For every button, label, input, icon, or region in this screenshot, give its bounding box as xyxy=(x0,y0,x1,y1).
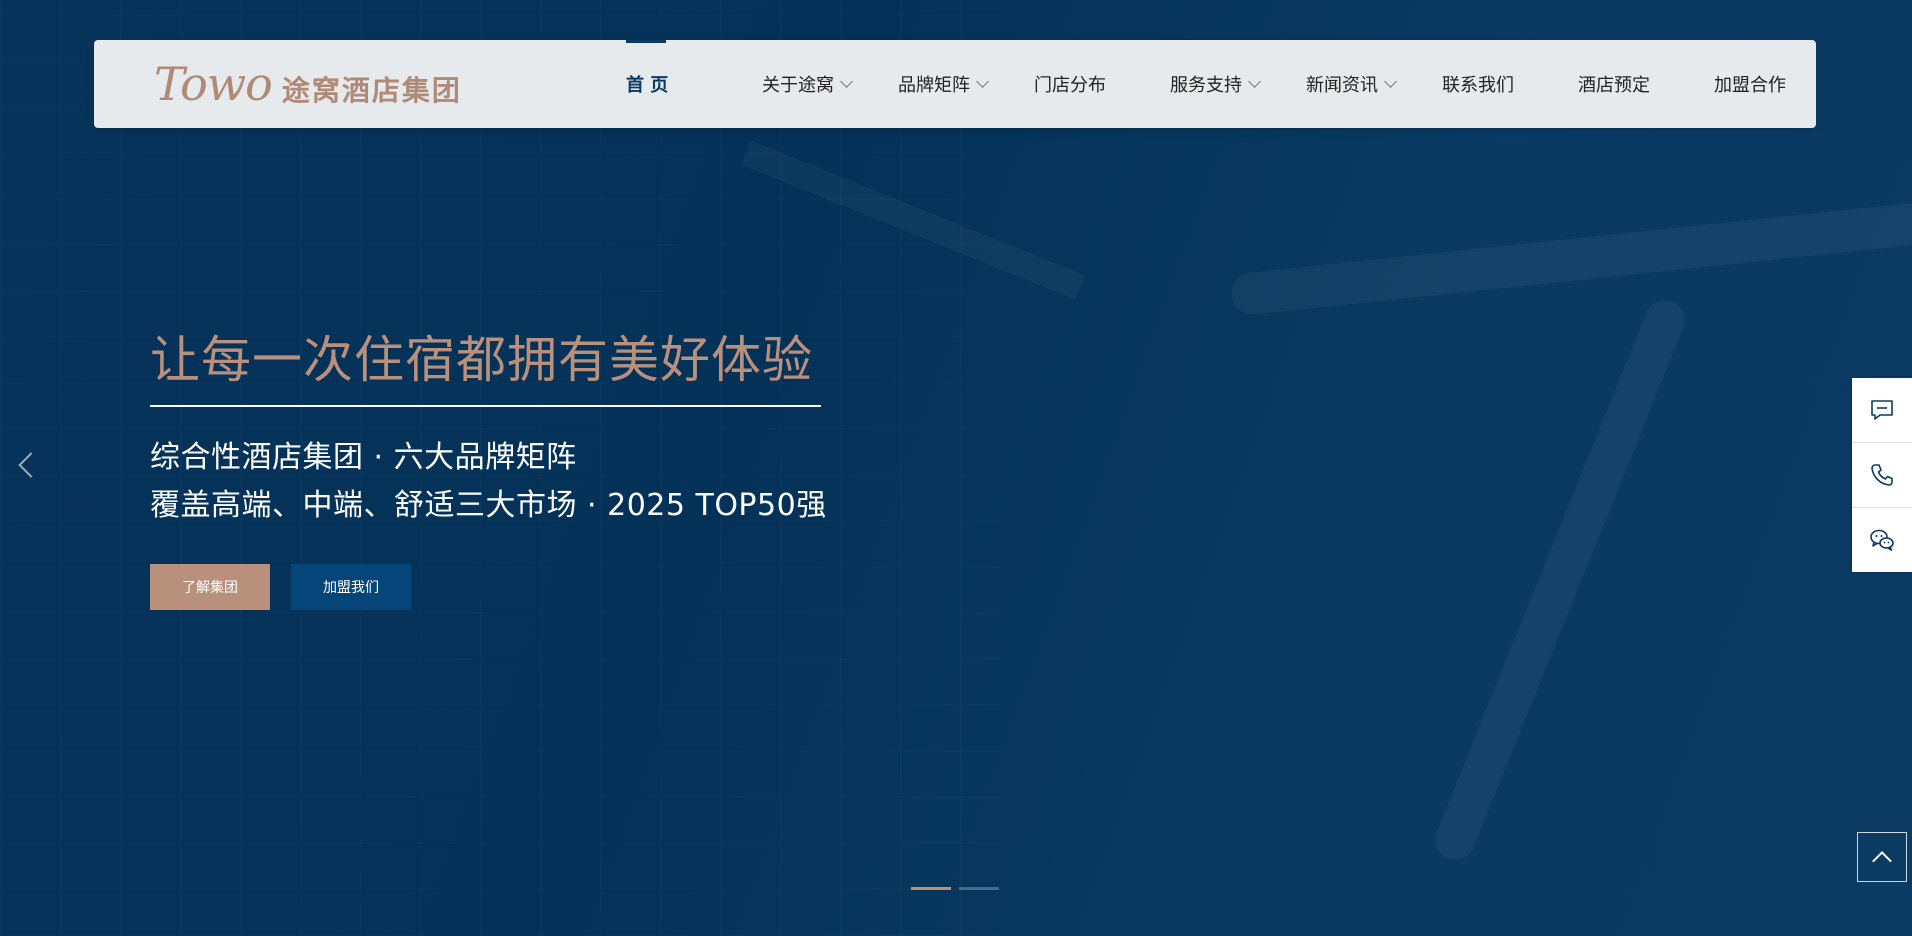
nav-label: 联系我们 xyxy=(1442,75,1514,96)
wechat-icon xyxy=(1870,529,1894,551)
nav-label: 关于途窝 xyxy=(762,75,834,96)
join-us-button[interactable]: 加盟我们 xyxy=(291,564,411,610)
chevron-down-icon xyxy=(976,75,989,88)
slider-pagination xyxy=(911,887,999,890)
site-header: Towo 途窝酒店集团 首 页 关于途窝 品牌矩阵 门店分布 服务支持 新闻资讯… xyxy=(94,40,1816,128)
wechat-button[interactable] xyxy=(1852,508,1912,572)
nav-label: 酒店预定 xyxy=(1578,75,1650,96)
nav-label: 新闻资讯 xyxy=(1306,75,1378,96)
logo[interactable]: Towo 途窝酒店集团 xyxy=(154,56,462,112)
hero-divider xyxy=(150,405,821,407)
background-decoration xyxy=(1429,294,1691,866)
nav-item-news[interactable]: 新闻资讯 xyxy=(1306,40,1442,128)
hero-title: 让每一次住宿都拥有美好体验 xyxy=(150,331,813,389)
chevron-down-icon xyxy=(1384,75,1397,88)
nav-item-contact[interactable]: 联系我们 xyxy=(1442,40,1578,128)
nav-label: 服务支持 xyxy=(1170,75,1242,96)
chevron-down-icon xyxy=(1248,75,1261,88)
nav-item-booking[interactable]: 酒店预定 xyxy=(1578,40,1714,128)
nav-item-franchise[interactable]: 加盟合作 xyxy=(1714,40,1850,128)
message-icon xyxy=(1871,400,1893,420)
hero-subtitle-line1: 综合性酒店集团 · 六大品牌矩阵 xyxy=(150,440,577,475)
nav-item-brands[interactable]: 品牌矩阵 xyxy=(898,40,1034,128)
chevron-down-icon xyxy=(840,75,853,88)
nav-item-services[interactable]: 服务支持 xyxy=(1170,40,1306,128)
background-decoration xyxy=(1229,201,1912,317)
nav-label: 首 页 xyxy=(626,75,669,96)
phone-icon xyxy=(1871,464,1893,486)
logo-script: Towo xyxy=(154,57,273,111)
slider-dot[interactable] xyxy=(959,887,999,890)
nav-label: 加盟合作 xyxy=(1714,75,1786,96)
slider-dot[interactable] xyxy=(911,887,951,890)
main-nav: 首 页 关于途窝 品牌矩阵 门店分布 服务支持 新闻资讯 联系我们 酒店预定 加… xyxy=(626,40,1850,128)
nav-label: 门店分布 xyxy=(1034,75,1106,96)
message-button[interactable] xyxy=(1852,378,1912,443)
hero-subtitle-line2: 覆盖高端、中端、舒适三大市场 · 2025 TOP50强 xyxy=(150,488,827,523)
chevron-up-icon xyxy=(1872,851,1892,871)
phone-button[interactable] xyxy=(1852,443,1912,508)
page: Towo 途窝酒店集团 首 页 关于途窝 品牌矩阵 门店分布 服务支持 新闻资讯… xyxy=(0,0,1912,936)
nav-item-stores[interactable]: 门店分布 xyxy=(1034,40,1170,128)
logo-name: 途窝酒店集团 xyxy=(281,74,462,107)
nav-label: 品牌矩阵 xyxy=(898,75,970,96)
nav-item-home[interactable]: 首 页 xyxy=(626,40,762,128)
back-to-top-button[interactable] xyxy=(1857,832,1907,882)
about-group-button[interactable]: 了解集团 xyxy=(150,564,270,610)
floating-toolbar xyxy=(1852,378,1912,572)
nav-item-about[interactable]: 关于途窝 xyxy=(762,40,898,128)
